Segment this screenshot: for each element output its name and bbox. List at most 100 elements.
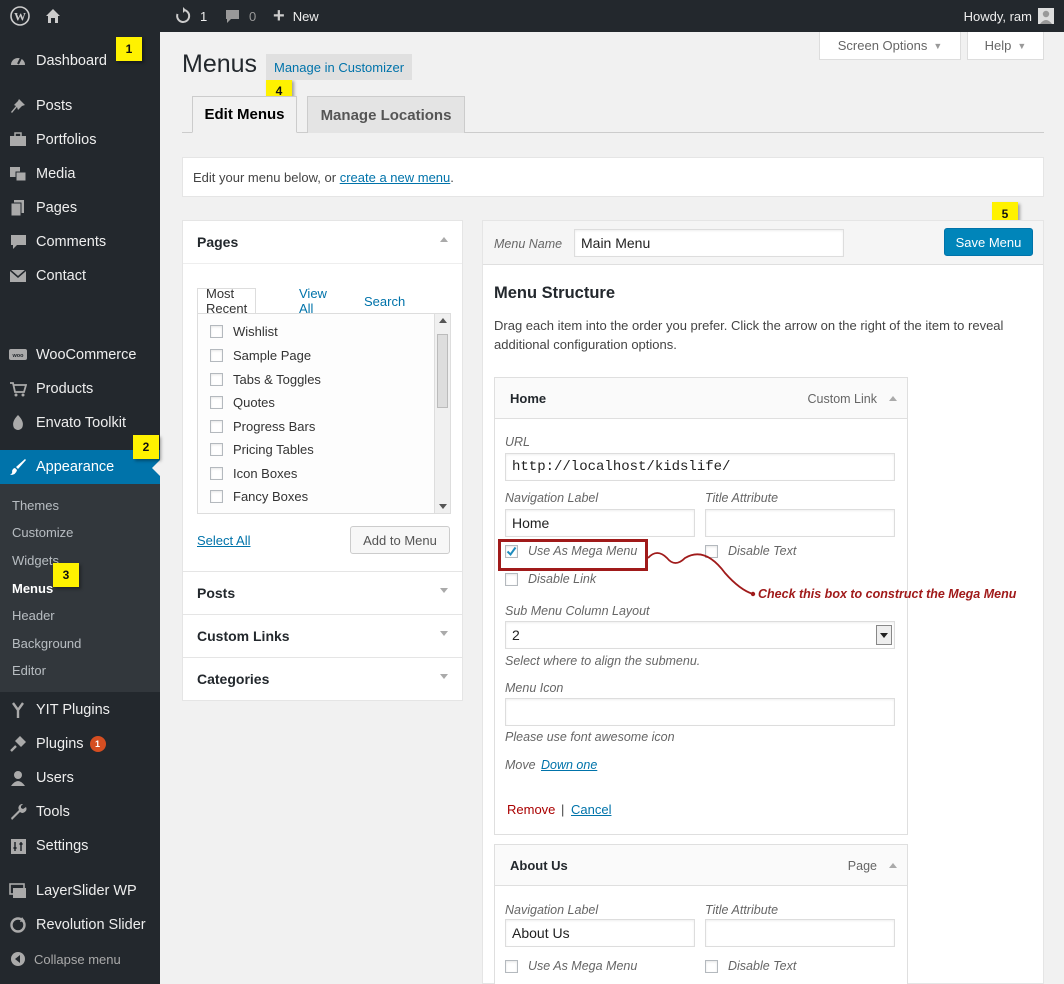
categories-panel[interactable]: Categories xyxy=(182,657,463,701)
sidebar-item-comments[interactable]: Comments xyxy=(0,225,160,259)
new-content-button[interactable]: + New xyxy=(273,0,319,32)
posts-panel-header[interactable]: Posts xyxy=(183,572,462,614)
menu-item-handle[interactable]: About Us Page xyxy=(495,845,907,886)
align-hint: Select where to align the submenu. xyxy=(505,654,701,668)
collapse-menu-button[interactable]: Collapse menu xyxy=(0,942,160,976)
submenu-item-widgets[interactable]: Widgets xyxy=(12,553,59,568)
list-item[interactable]: Tabs & Toggles xyxy=(210,372,321,387)
sidebar-item-posts[interactable]: Posts xyxy=(0,89,160,123)
sidebar-item-tools[interactable]: Tools xyxy=(0,795,160,829)
checkbox[interactable] xyxy=(210,467,223,480)
disable-text-checkbox[interactable] xyxy=(705,959,718,973)
title-attribute-input[interactable] xyxy=(705,509,895,537)
create-new-menu-link[interactable]: create a new menu xyxy=(340,170,451,185)
manage-in-customizer-button[interactable]: Manage in Customizer xyxy=(266,54,413,80)
checkbox[interactable] xyxy=(210,420,223,433)
navigation-label-input[interactable]: Home xyxy=(505,509,695,537)
sidebar-item-contact[interactable]: Contact xyxy=(0,259,160,293)
submenu-item-editor[interactable]: Editor xyxy=(12,663,46,678)
categories-panel-header[interactable]: Categories xyxy=(183,658,462,700)
scroll-up-icon[interactable] xyxy=(439,318,447,323)
checkbox[interactable] xyxy=(210,396,223,409)
menu-name-input[interactable]: Main Menu xyxy=(574,229,844,257)
sidebar-item-label: Media xyxy=(36,166,76,182)
list-item[interactable]: Icon Boxes xyxy=(210,466,297,481)
sidebar-item-users[interactable]: Users xyxy=(0,761,160,795)
list-item[interactable]: Pricing Tables xyxy=(210,442,314,457)
sidebar-item-pages[interactable]: Pages xyxy=(0,191,160,225)
checkbox[interactable] xyxy=(210,349,223,362)
navigation-label-label: Navigation Label xyxy=(505,491,599,505)
add-to-menu-button[interactable]: Add to Menu xyxy=(350,526,450,554)
list-item[interactable]: Progress Bars xyxy=(210,419,315,434)
updates-button[interactable]: 1 xyxy=(174,0,207,32)
cancel-link[interactable]: Cancel xyxy=(571,802,611,817)
column-layout-select[interactable]: 2 xyxy=(505,621,895,649)
submenu-item-themes[interactable]: Themes xyxy=(12,498,59,513)
checkbox[interactable] xyxy=(210,373,223,386)
checkbox[interactable] xyxy=(210,490,223,503)
sidebar-item-portfolios[interactable]: Portfolios xyxy=(0,123,160,157)
list-item[interactable]: Fancy Boxes xyxy=(210,489,308,504)
sidebar-item-products[interactable]: Products xyxy=(0,372,160,406)
menu-icon-input[interactable] xyxy=(505,698,895,726)
url-input[interactable]: http://localhost/kidslife/ xyxy=(505,453,895,481)
chevron-down-icon[interactable] xyxy=(876,625,892,645)
tab-view-all[interactable]: View All xyxy=(291,286,335,316)
mega-menu-checkbox[interactable] xyxy=(505,959,518,973)
menu-notice: Edit your menu below, or create a new me… xyxy=(182,157,1044,197)
checkbox[interactable] xyxy=(210,443,223,456)
disable-text-option[interactable]: Disable Text xyxy=(705,959,796,973)
mega-menu-option[interactable]: Use As Mega Menu xyxy=(505,959,637,973)
list-item[interactable]: Quotes xyxy=(210,395,275,410)
wordpress-logo-icon[interactable]: W xyxy=(10,0,30,32)
sidebar-item-layerslider[interactable]: LayerSlider WP xyxy=(0,874,160,908)
sidebar-item-label: Posts xyxy=(36,98,73,114)
menu-item-handle[interactable]: Home Custom Link xyxy=(495,378,907,419)
sidebar-item-plugins[interactable]: Plugins 1 xyxy=(0,727,160,761)
woo-icon: woo xyxy=(0,348,36,362)
checkbox[interactable] xyxy=(210,325,223,338)
submenu-item-menus[interactable]: Menus xyxy=(12,581,53,596)
sidebar-item-revolution-slider[interactable]: Revolution Slider xyxy=(0,908,160,942)
select-all-link[interactable]: Select All xyxy=(197,533,250,548)
tab-most-recent[interactable]: Most Recent xyxy=(197,286,257,316)
disable-link-checkbox[interactable] xyxy=(505,572,518,586)
comments-button[interactable]: 0 xyxy=(224,0,256,32)
account-menu[interactable]: Howdy, ram xyxy=(964,0,1054,32)
screen-options-button[interactable]: Screen Options ▼ xyxy=(819,32,961,60)
move-down-link[interactable]: Down one xyxy=(541,758,597,772)
list-item[interactable]: Sample Page xyxy=(210,348,311,363)
submenu-item-background[interactable]: Background xyxy=(12,636,81,651)
refresh-icon xyxy=(0,916,36,934)
sidebar-item-yit-plugins[interactable]: YIT Plugins xyxy=(0,693,160,727)
submenu-item-header[interactable]: Header xyxy=(12,608,55,623)
tab-manage-locations[interactable]: Manage Locations xyxy=(307,96,465,133)
greeting: Howdy, ram xyxy=(963,8,1032,24)
remove-link[interactable]: Remove xyxy=(507,802,555,817)
scroll-down-icon[interactable] xyxy=(439,504,447,509)
home-icon[interactable] xyxy=(44,0,62,32)
sidebar-item-settings[interactable]: Settings xyxy=(0,829,160,863)
sidebar-item-media[interactable]: Media xyxy=(0,157,160,191)
help-button[interactable]: Help ▼ xyxy=(967,32,1044,60)
sidebar-item-woocommerce[interactable]: woo WooCommerce xyxy=(0,338,160,372)
list-item[interactable]: Wishlist xyxy=(210,324,278,339)
scroll-thumb[interactable] xyxy=(437,334,448,408)
pages-panel-header[interactable]: Pages xyxy=(183,221,462,263)
disable-link-option[interactable]: Disable Link xyxy=(505,572,596,586)
save-menu-button[interactable]: Save Menu xyxy=(944,228,1033,256)
collapse-arrow-icon[interactable] xyxy=(889,396,897,401)
list-scrollbar[interactable] xyxy=(434,314,450,513)
navigation-label-input[interactable]: About Us xyxy=(505,919,695,947)
collapse-arrow-icon[interactable] xyxy=(889,863,897,868)
title-attribute-input[interactable] xyxy=(705,919,895,947)
posts-panel[interactable]: Posts xyxy=(182,571,463,615)
menu-item-title: Home xyxy=(510,391,547,406)
custom-links-panel[interactable]: Custom Links xyxy=(182,614,463,658)
tab-search[interactable]: Search xyxy=(356,288,413,314)
dashboard-icon xyxy=(0,52,36,70)
tab-edit-menus[interactable]: Edit Menus xyxy=(192,96,297,133)
custom-links-panel-header[interactable]: Custom Links xyxy=(183,615,462,657)
submenu-item-customize[interactable]: Customize xyxy=(12,525,73,540)
